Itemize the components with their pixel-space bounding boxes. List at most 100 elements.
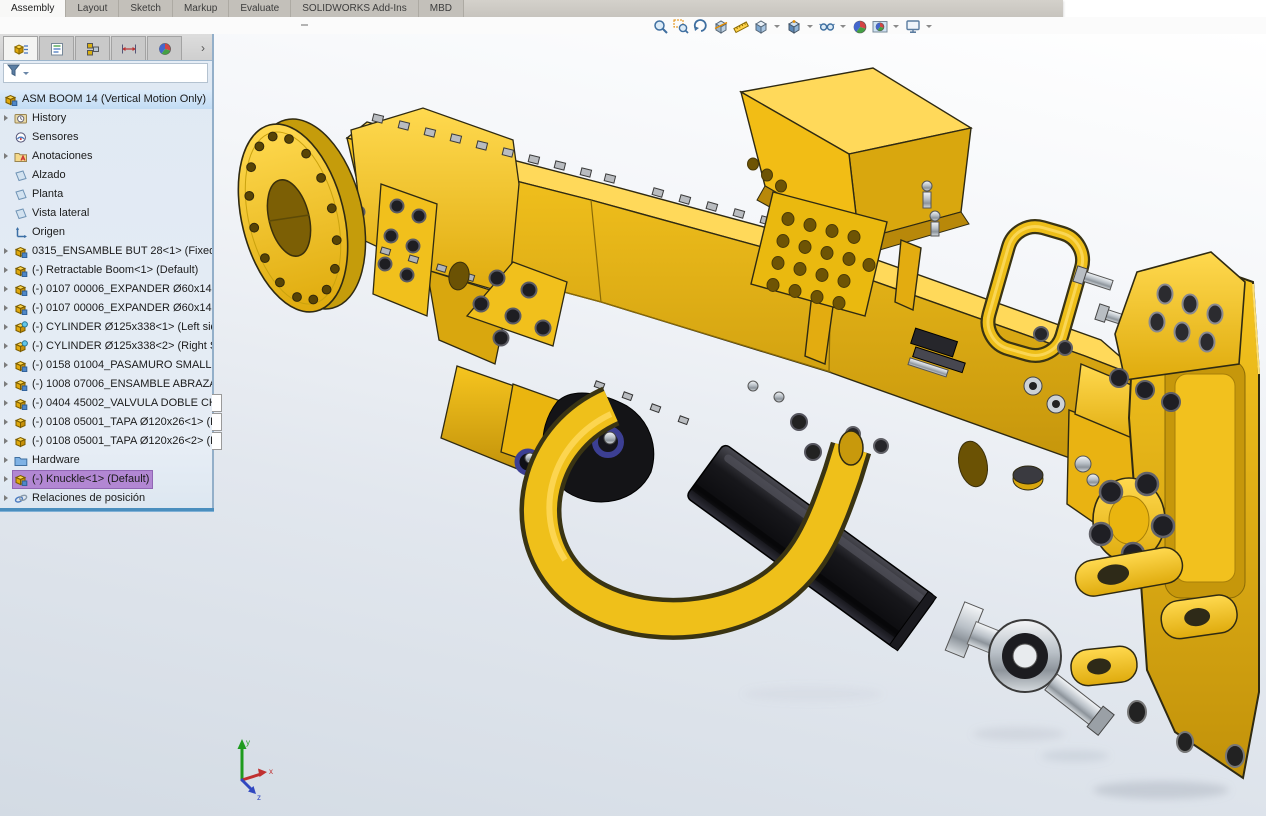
- tree-item[interactable]: (-) 0107 00006_EXPANDER Ø60x145<5> (Prec: [0, 280, 212, 299]
- tree-item-body[interactable]: Anotaciones: [13, 148, 96, 165]
- tree-item-body[interactable]: (-) 0107 00006_EXPANDER Ø60x145<4> (Prec: [13, 300, 212, 317]
- tree-item[interactable]: (-) Knuckle<1> (Default): [0, 470, 212, 489]
- filter-caret-icon[interactable]: [23, 72, 29, 75]
- tree-item-body[interactable]: Origen: [13, 224, 68, 241]
- propertymanager-tab[interactable]: [39, 36, 74, 60]
- tree-item-body[interactable]: (-) 1008 07006_ENSAMBLE ABRAZADERA DE: [13, 376, 212, 393]
- tree-item[interactable]: Anotaciones: [0, 147, 212, 166]
- dimxpertmanager-tab[interactable]: [111, 36, 146, 60]
- view-settings-icon[interactable]: [904, 19, 921, 34]
- command-tab-evaluate[interactable]: Evaluate: [229, 0, 291, 17]
- expand-arrow-icon[interactable]: [0, 340, 13, 353]
- command-tab-markup[interactable]: Markup: [173, 0, 229, 17]
- command-tab-solidworks-add-ins[interactable]: SOLIDWORKS Add-Ins: [291, 0, 418, 17]
- tree-item-body[interactable]: (-) 0404 45002_VALVULA DOBLE CHECK-COM: [13, 395, 212, 412]
- tree-item-body[interactable]: Planta: [13, 186, 66, 203]
- tree-item-body[interactable]: Sensores: [13, 129, 81, 146]
- tree-item[interactable]: (-) 0108 05001_TAPA Ø120x26<2> (Predeter…: [0, 432, 212, 451]
- tree-item[interactable]: Vista lateral: [0, 204, 212, 223]
- view-orientation-icon-caret[interactable]: [807, 25, 813, 28]
- tree-item-body[interactable]: 0315_ENSAMBLE BUT 28<1> (Fixed): [13, 243, 212, 260]
- expand-arrow-icon[interactable]: [0, 321, 13, 334]
- folder-icon: [14, 454, 29, 468]
- configurationmanager-tab[interactable]: [75, 36, 110, 60]
- knuckle-assembly[interactable]: [1067, 252, 1259, 778]
- expand-arrow-icon[interactable]: [0, 359, 13, 372]
- tree-item-body[interactable]: (-) 0107 00006_EXPANDER Ø60x145<5> (Prec: [13, 281, 212, 298]
- hide-show-items-icon-caret[interactable]: [840, 25, 846, 28]
- tree-item-body[interactable]: (-) Knuckle<1> (Default): [13, 471, 152, 488]
- command-tab-mbd[interactable]: MBD: [419, 0, 464, 17]
- tree-item-body[interactable]: (-) 0108 05001_TAPA Ø120x26<2> (Predeter…: [13, 433, 212, 450]
- tree-item-body[interactable]: (-) 0158 01004_PASAMURO SMALL BOLTER E: [13, 357, 212, 374]
- tree-item-body[interactable]: (-) CYLINDER Ø125x338<2> (Right Side): [13, 338, 212, 355]
- zoom-to-fit-icon[interactable]: [652, 19, 669, 34]
- tree-item-body[interactable]: History: [13, 110, 69, 127]
- expand-arrow-icon[interactable]: [0, 150, 13, 163]
- apply-scene-icon-caret[interactable]: [893, 25, 899, 28]
- filter-input[interactable]: [31, 67, 204, 79]
- expand-arrow-icon[interactable]: [0, 397, 13, 410]
- tree-item-label: (-) 1008 07006_ENSAMBLE ABRAZADERA DE: [32, 376, 212, 393]
- tree-item-root[interactable]: ASM BOOM 14 (Vertical Motion Only): [0, 90, 212, 109]
- expand-arrow-icon[interactable]: [0, 416, 13, 429]
- expand-arrow-icon[interactable]: [0, 264, 13, 277]
- tree-item-body[interactable]: Relaciones de posición: [13, 490, 148, 505]
- tree-item[interactable]: Hardware: [0, 451, 212, 470]
- tree-item-body[interactable]: Alzado: [13, 167, 69, 184]
- tree-item[interactable]: Planta: [0, 185, 212, 204]
- command-tab-layout[interactable]: Layout: [66, 0, 119, 17]
- hide-show-items-icon[interactable]: [818, 19, 835, 34]
- tree-item[interactable]: History: [0, 109, 212, 128]
- tree-item-body[interactable]: Hardware: [13, 452, 83, 469]
- zoom-to-area-icon[interactable]: [672, 19, 689, 34]
- expand-arrow-icon[interactable]: [0, 473, 13, 486]
- expand-arrow-icon[interactable]: [0, 302, 13, 315]
- tree-item-body[interactable]: Vista lateral: [13, 205, 92, 222]
- tree-filter-box[interactable]: [3, 63, 208, 83]
- tree-item[interactable]: (-) 1008 07006_ENSAMBLE ABRAZADERA DE: [0, 375, 212, 394]
- tree-item[interactable]: (-) 0404 45002_VALVULA DOBLE CHECK-COM: [0, 394, 212, 413]
- display-style-icon[interactable]: [752, 19, 769, 34]
- expand-arrow-icon[interactable]: [0, 112, 13, 125]
- tree-item[interactable]: Sensores: [0, 128, 212, 147]
- panel-splitter[interactable]: [0, 508, 214, 512]
- expand-arrow-icon[interactable]: [0, 435, 13, 448]
- tree-item[interactable]: (-) Retractable Boom<1> (Default): [0, 261, 212, 280]
- tree-item[interactable]: (-) CYLINDER Ø125x338<2> (Right Side): [0, 337, 212, 356]
- tree-indent: [0, 169, 13, 182]
- edit-appearance-icon[interactable]: [851, 19, 868, 34]
- expand-arrow-icon[interactable]: [0, 454, 13, 467]
- tree-item-body[interactable]: (-) Retractable Boom<1> (Default): [13, 262, 201, 279]
- expand-arrow-icon[interactable]: [0, 378, 13, 391]
- tree-item[interactable]: (-) 0108 05001_TAPA Ø120x26<1> (Predeter…: [0, 413, 212, 432]
- expand-arrow-icon[interactable]: [0, 245, 13, 258]
- previous-view-icon[interactable]: [692, 19, 709, 34]
- tree-item[interactable]: Relaciones de posición: [0, 489, 212, 505]
- tree-item[interactable]: (-) CYLINDER Ø125x338<1> (Left side): [0, 318, 212, 337]
- view-orientation-icon[interactable]: [785, 19, 802, 34]
- tree-item-body[interactable]: ASM BOOM 14 (Vertical Motion Only): [3, 91, 209, 108]
- view-settings-icon-caret[interactable]: [926, 25, 932, 28]
- tree-item[interactable]: Alzado: [0, 166, 212, 185]
- tree-item[interactable]: (-) 0158 01004_PASAMURO SMALL BOLTER E: [0, 356, 212, 375]
- section-view-icon[interactable]: [712, 19, 729, 34]
- displaymanager-tab[interactable]: [147, 36, 182, 60]
- expand-arrow-icon[interactable]: [0, 283, 13, 296]
- tree-item-body[interactable]: (-) CYLINDER Ø125x338<1> (Left side): [13, 319, 212, 336]
- command-tab-assembly[interactable]: Assembly: [0, 0, 66, 17]
- panel-collapse-handle[interactable]: [301, 24, 308, 26]
- expand-arrow-icon[interactable]: [0, 492, 13, 505]
- measure-icon[interactable]: [732, 19, 749, 34]
- display-style-icon-caret[interactable]: [774, 25, 780, 28]
- tree-item-body[interactable]: (-) 0108 05001_TAPA Ø120x26<1> (Predeter…: [13, 414, 212, 431]
- apply-scene-icon[interactable]: [871, 19, 888, 34]
- tree-item[interactable]: Origen: [0, 223, 212, 242]
- rod-end-eye[interactable]: [989, 620, 1061, 692]
- tree-item[interactable]: (-) 0107 00006_EXPANDER Ø60x145<4> (Prec: [0, 299, 212, 318]
- featuremanager-design-tree-tab[interactable]: [3, 36, 38, 60]
- 3d-model-asm-boom-14[interactable]: x y z: [213, 34, 1266, 816]
- panel-tabs-overflow-chevron[interactable]: ›: [194, 36, 212, 60]
- command-tab-sketch[interactable]: Sketch: [119, 0, 173, 17]
- tree-item[interactable]: 0315_ENSAMBLE BUT 28<1> (Fixed): [0, 242, 212, 261]
